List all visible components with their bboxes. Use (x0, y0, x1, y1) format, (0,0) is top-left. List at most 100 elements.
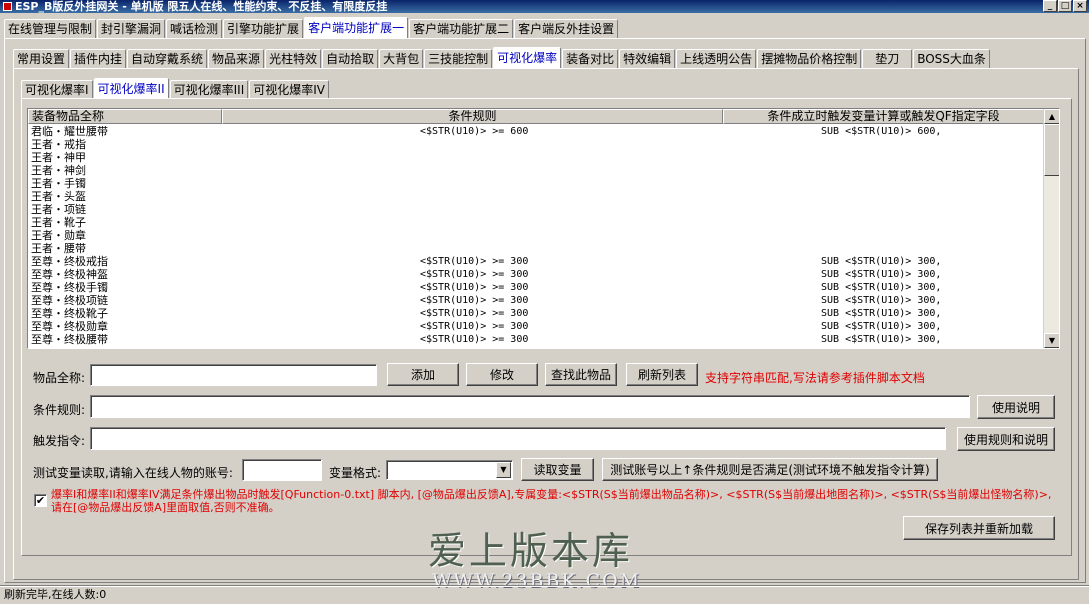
tab-engine-ext[interactable]: 引擎功能扩展 (223, 19, 304, 38)
cell-trigger: SUB <$STR(U10)> 300, (821, 308, 942, 319)
cell-condition: <$STR(U10)> >= 300 (420, 295, 529, 306)
cell-item-name: 至尊・终极勋章 (31, 320, 108, 333)
tab-client-ext-1[interactable]: 客户端功能扩展一 (304, 17, 409, 38)
condition-input[interactable] (90, 395, 970, 418)
cell-item-name: 至尊・终极项链 (31, 294, 108, 307)
tab-item-source[interactable]: 物品来源 (208, 49, 265, 68)
trigger-label: 触发指令: (33, 434, 86, 448)
tabs-level1: 在线管理与限制 封引擎漏洞 喊话检测 引擎功能扩展 客户端功能扩展一 客户端功能… (4, 16, 619, 38)
scroll-down-arrow-icon[interactable]: ▼ (1044, 333, 1059, 348)
table-row[interactable]: 至尊・终极勋章 <$STR(U10)> >= 300 SUB <$STR(U10)>… (28, 320, 1044, 333)
table-row[interactable]: 至尊・终极神盔 <$STR(U10)> >= 300 SUB <$STR(U10)>… (28, 268, 1044, 281)
cell-item-name: 王者・戒指 (31, 138, 86, 151)
minimize-button[interactable]: _ (1043, 0, 1057, 12)
table-row[interactable]: 至尊・终极项链 <$STR(U10)> >= 300 SUB <$STR(U10)>… (28, 294, 1044, 307)
trigger-input[interactable] (90, 427, 946, 450)
watermark-text: 爱上版本库 (428, 529, 634, 573)
table-row[interactable]: 王者・勋章 (28, 229, 1044, 242)
tab-engine-bugs[interactable]: 封引擎漏洞 (97, 19, 166, 38)
var-format-label: 变量格式: (329, 466, 382, 480)
table-row[interactable]: 王者・戒指 (28, 138, 1044, 151)
table-row[interactable]: 至尊・终极靴子 <$STR(U10)> >= 300 SUB <$STR(U10)>… (28, 307, 1044, 320)
item-name-label: 物品全称: (33, 371, 86, 385)
cell-trigger: SUB <$STR(U10)> 300, (821, 295, 942, 306)
tab-login-notice[interactable]: 上线透明公告 (676, 49, 757, 68)
usage-help-button[interactable]: 使用说明 (977, 395, 1055, 419)
tab-pad-knife[interactable]: 垫刀 (862, 49, 913, 68)
modify-button[interactable]: 修改 (466, 363, 538, 386)
read-variable-button[interactable]: 读取变量 (521, 458, 594, 481)
maximize-button[interactable]: □ (1058, 0, 1072, 12)
trigger-feedback-checkbox[interactable]: ✔ (34, 494, 47, 507)
table-row[interactable]: 王者・神甲 (28, 151, 1044, 164)
rules-help-button[interactable]: 使用规则和说明 (957, 427, 1055, 451)
cell-item-name: 至尊・终极戒指 (31, 255, 108, 268)
tab-shout-detect[interactable]: 喊话检测 (166, 19, 223, 38)
col-header-trigger[interactable]: 条件成立时触发变量计算或触发QF指定字段 (723, 109, 1044, 124)
cell-trigger: SUB <$STR(U10)> 300, (821, 256, 942, 267)
cell-item-name: 至尊・终极靴子 (31, 307, 108, 320)
tab-droprate-4[interactable]: 可视化爆率IV (249, 80, 330, 99)
find-item-button[interactable]: 查找此物品 (545, 363, 617, 386)
match-hint-text: 支持字符串匹配,写法请参考插件脚本文档 (705, 371, 925, 385)
col-header-item-name[interactable]: 装备物品全称 (28, 109, 222, 124)
var-format-select[interactable]: ▼ (386, 460, 513, 480)
table-scrollbar[interactable]: ▲ ▼ (1043, 109, 1059, 348)
cell-item-name: 至尊・终极神盔 (31, 268, 108, 281)
test-account-label: 测试变量读取,请输入在线人物的账号: (33, 466, 233, 480)
col-header-condition[interactable]: 条件规则 (222, 109, 723, 124)
table-row[interactable]: 君临・耀世腰带 <$STR(U10)> >= 600 SUB <$STR(U10)>… (28, 125, 1044, 138)
table-row[interactable]: 王者・靴子 (28, 216, 1044, 229)
cell-item-name: 至尊・终极手镯 (31, 281, 108, 294)
drop-rule-table[interactable]: 装备物品全称 条件规则 条件成立时触发变量计算或触发QF指定字段 君临・耀世腰带… (27, 108, 1060, 349)
table-row[interactable]: 至尊・终极手镯 <$STR(U10)> >= 300 SUB <$STR(U10)>… (28, 281, 1044, 294)
test-rule-button[interactable]: 测试账号以上↑条件规则是否满足(测试环境不触发指令计算) (602, 458, 938, 481)
tab-equip-compare[interactable]: 装备对比 (562, 49, 619, 68)
save-reload-button[interactable]: 保存列表并重新加载 (903, 516, 1055, 540)
table-row[interactable]: 王者・项链 (28, 203, 1044, 216)
chevron-down-icon[interactable]: ▼ (496, 462, 511, 478)
tab-visual-droprate[interactable]: 可视化爆率 (493, 47, 562, 68)
tab-big-bag[interactable]: 大背包 (379, 49, 424, 68)
cell-condition: <$STR(U10)> >= 300 (420, 269, 529, 280)
tab-effect-edit[interactable]: 特效编辑 (619, 49, 676, 68)
cell-trigger: SUB <$STR(U10)> 300, (821, 282, 942, 293)
cell-item-name: 王者・项链 (31, 203, 86, 216)
tabs-level2: 常用设置 插件内挂 自动穿戴系统 物品来源 光柱特效 自动拾取 大背包 三技能控… (13, 46, 991, 68)
table-row[interactable]: 王者・神剑 (28, 164, 1044, 177)
tab-auto-wear[interactable]: 自动穿戴系统 (127, 49, 208, 68)
tab-client-ext-2[interactable]: 客户端功能扩展二 (409, 19, 514, 38)
tabs-level3: 可视化爆率I 可视化爆率II 可视化爆率III 可视化爆率IV (21, 77, 330, 99)
status-text: 刷新完毕,在线人数:0 (4, 588, 107, 601)
scroll-thumb[interactable] (1044, 124, 1059, 176)
close-button[interactable]: × (1073, 0, 1087, 12)
table-row[interactable]: 至尊・终极腰带 <$STR(U10)> >= 300 SUB <$STR(U10)>… (28, 333, 1044, 346)
tab-auto-pickup[interactable]: 自动拾取 (322, 49, 379, 68)
tab-three-skills[interactable]: 三技能控制 (424, 49, 493, 68)
item-name-input[interactable] (90, 364, 377, 386)
tab-plugin-hack[interactable]: 插件内挂 (70, 49, 127, 68)
tab-boss-hpbar[interactable]: BOSS大血条 (913, 49, 990, 68)
tab-droprate-1[interactable]: 可视化爆率I (21, 80, 93, 99)
table-row[interactable]: 王者・手镯 (28, 177, 1044, 190)
cell-item-name: 君临・耀世腰带 (31, 125, 108, 138)
table-row[interactable]: 王者・头盔 (28, 190, 1044, 203)
tab-online-mgmt[interactable]: 在线管理与限制 (4, 19, 97, 38)
cell-condition: <$STR(U10)> >= 600 (420, 126, 529, 137)
table-header: 装备物品全称 条件规则 条件成立时触发变量计算或触发QF指定字段 (28, 109, 1044, 124)
tab-droprate-2[interactable]: 可视化爆率II (93, 78, 169, 99)
tab-light-pillar[interactable]: 光柱特效 (265, 49, 322, 68)
tab-client-anticheat[interactable]: 客户端反外挂设置 (514, 19, 619, 38)
window-title: ESP_B版反外挂网关 - 单机版 限五人在线、性能约束、不反挂、有限度反挂 (15, 0, 388, 13)
test-account-input[interactable] (242, 459, 322, 481)
scroll-up-arrow-icon[interactable]: ▲ (1044, 109, 1059, 124)
table-row[interactable]: 至尊・终极戒指 <$STR(U10)> >= 300 SUB <$STR(U10)>… (28, 255, 1044, 268)
table-body: 君临・耀世腰带 <$STR(U10)> >= 600 SUB <$STR(U10)>… (28, 125, 1044, 346)
tab-droprate-3[interactable]: 可视化爆率III (169, 80, 249, 99)
cell-item-name: 王者・神甲 (31, 151, 86, 164)
tab-common-settings[interactable]: 常用设置 (13, 49, 70, 68)
tab-stall-price[interactable]: 摆摊物品价格控制 (757, 49, 862, 68)
refresh-list-button[interactable]: 刷新列表 (626, 363, 698, 386)
add-button[interactable]: 添加 (387, 363, 459, 386)
table-row[interactable]: 王者・腰带 (28, 242, 1044, 255)
